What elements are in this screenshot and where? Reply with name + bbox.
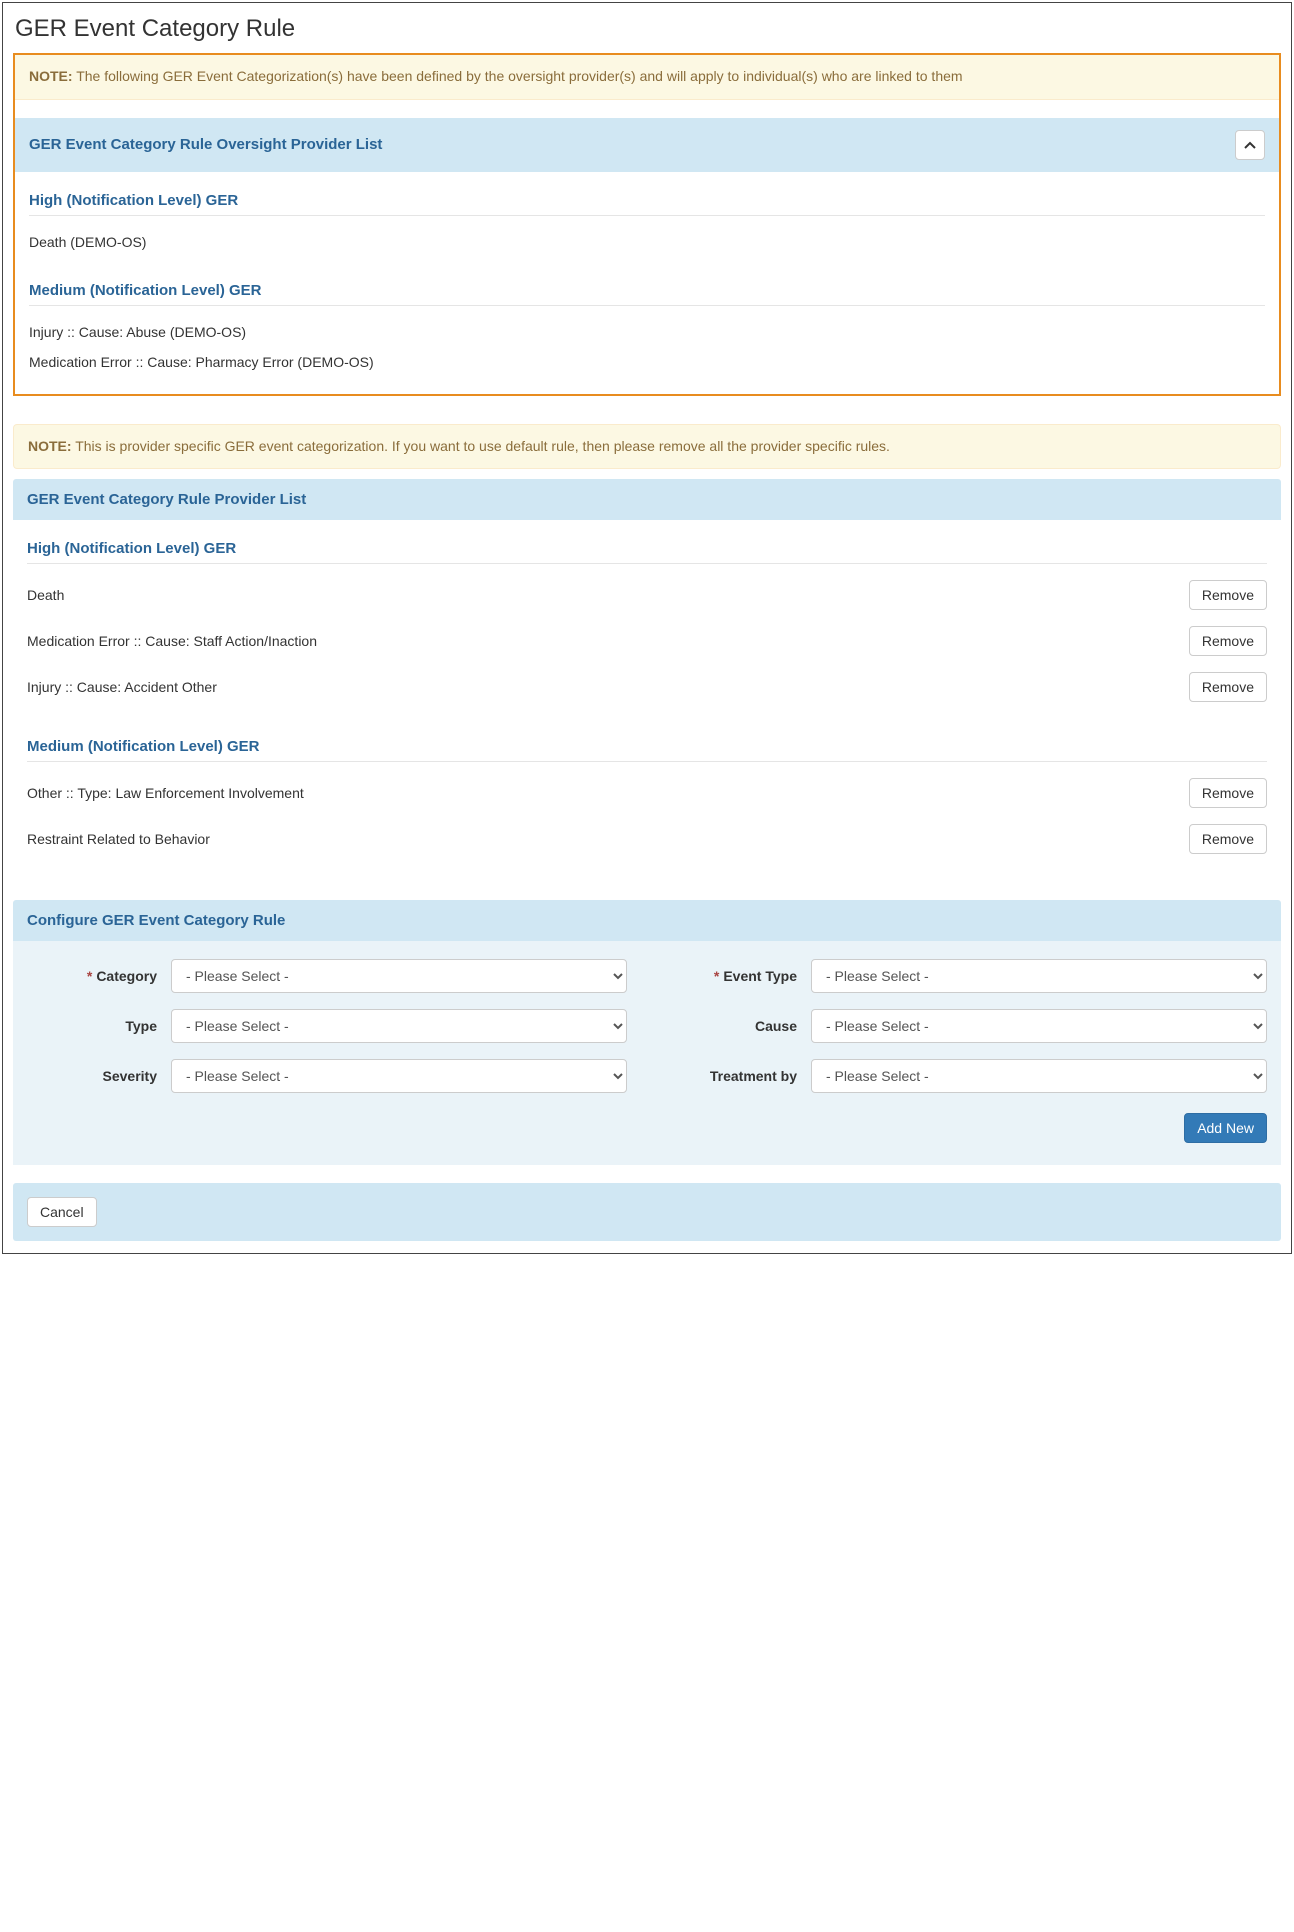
remove-button[interactable]: Remove <box>1189 824 1267 854</box>
type-select[interactable]: - Please Select - <box>171 1009 627 1043</box>
footer-bar: Cancel <box>13 1183 1281 1241</box>
required-asterisk: * <box>87 968 92 984</box>
page-title: GER Event Category Rule <box>15 15 1281 43</box>
oversight-section: NOTE: The following GER Event Categoriza… <box>13 53 1281 396</box>
configure-section: Configure GER Event Category Rule *Categ… <box>13 900 1281 1165</box>
provider-section: GER Event Category Rule Provider List Hi… <box>13 479 1281 882</box>
provider-heading-text: GER Event Category Rule Provider List <box>27 491 306 508</box>
note-label: NOTE: <box>28 438 72 454</box>
rule-item: Death (DEMO-OS) <box>29 224 1265 254</box>
remove-button[interactable]: Remove <box>1189 672 1267 702</box>
rule-text: Death <box>27 587 64 603</box>
configure-panel-heading: Configure GER Event Category Rule <box>13 900 1281 941</box>
form-row-severity: Severity - Please Select - <box>27 1059 627 1093</box>
treatment-by-select[interactable]: - Please Select - <box>811 1059 1267 1093</box>
rule-row: Restraint Related to Behavior Remove <box>27 816 1267 862</box>
category-select[interactable]: - Please Select - <box>171 959 627 993</box>
note-text: The following GER Event Categorization(s… <box>76 68 962 84</box>
level-heading: High (Notification Level) GER <box>27 540 1267 564</box>
severity-label: Severity <box>27 1068 157 1084</box>
remove-button[interactable]: Remove <box>1189 778 1267 808</box>
rule-row: Other :: Type: Law Enforcement Involveme… <box>27 770 1267 816</box>
note-provider: NOTE: This is provider specific GER even… <box>13 424 1281 470</box>
remove-button[interactable]: Remove <box>1189 580 1267 610</box>
rule-row: Death Remove <box>27 572 1267 618</box>
form-row-category: *Category - Please Select - <box>27 959 627 993</box>
level-heading: Medium (Notification Level) GER <box>29 282 1265 306</box>
form-row-type: Type - Please Select - <box>27 1009 627 1043</box>
form-row-event-type: *Event Type - Please Select - <box>667 959 1267 993</box>
form-row-cause: Cause - Please Select - <box>667 1009 1267 1043</box>
event-type-label: *Event Type <box>667 968 797 984</box>
rule-row: Injury :: Cause: Accident Other Remove <box>27 664 1267 710</box>
note-text: This is provider specific GER event cate… <box>75 438 890 454</box>
required-asterisk: * <box>714 968 719 984</box>
treatment-by-label: Treatment by <box>667 1068 797 1084</box>
note-label: NOTE: <box>29 68 73 84</box>
chevron-up-icon <box>1244 138 1256 152</box>
configure-body: *Category - Please Select - *Event Type … <box>13 941 1281 1165</box>
form-row-treatment-by: Treatment by - Please Select - <box>667 1059 1267 1093</box>
rule-item: Medication Error :: Cause: Pharmacy Erro… <box>29 344 1265 374</box>
rule-text: Injury :: Cause: Accident Other <box>27 679 217 695</box>
category-label: *Category <box>27 968 157 984</box>
cause-select[interactable]: - Please Select - <box>811 1009 1267 1043</box>
provider-panel-heading: GER Event Category Rule Provider List <box>13 479 1281 520</box>
level-heading: Medium (Notification Level) GER <box>27 738 1267 762</box>
level-heading: High (Notification Level) GER <box>29 192 1265 216</box>
oversight-body: High (Notification Level) GER Death (DEM… <box>15 172 1279 394</box>
cause-label: Cause <box>667 1018 797 1034</box>
add-new-button[interactable]: Add New <box>1184 1113 1267 1143</box>
cancel-button[interactable]: Cancel <box>27 1197 97 1227</box>
note-oversight: NOTE: The following GER Event Categoriza… <box>15 55 1279 100</box>
rule-text: Other :: Type: Law Enforcement Involveme… <box>27 785 304 801</box>
oversight-panel-heading: GER Event Category Rule Oversight Provid… <box>15 118 1279 172</box>
oversight-heading-text: GER Event Category Rule Oversight Provid… <box>29 136 382 153</box>
type-label: Type <box>27 1018 157 1034</box>
collapse-oversight-button[interactable] <box>1235 130 1265 160</box>
rule-item: Injury :: Cause: Abuse (DEMO-OS) <box>29 314 1265 344</box>
event-type-select[interactable]: - Please Select - <box>811 959 1267 993</box>
provider-body: High (Notification Level) GER Death Remo… <box>13 520 1281 882</box>
rule-text: Restraint Related to Behavior <box>27 831 210 847</box>
configure-heading-text: Configure GER Event Category Rule <box>27 912 285 929</box>
severity-select[interactable]: - Please Select - <box>171 1059 627 1093</box>
rule-row: Medication Error :: Cause: Staff Action/… <box>27 618 1267 664</box>
remove-button[interactable]: Remove <box>1189 626 1267 656</box>
rule-text: Medication Error :: Cause: Staff Action/… <box>27 633 317 649</box>
